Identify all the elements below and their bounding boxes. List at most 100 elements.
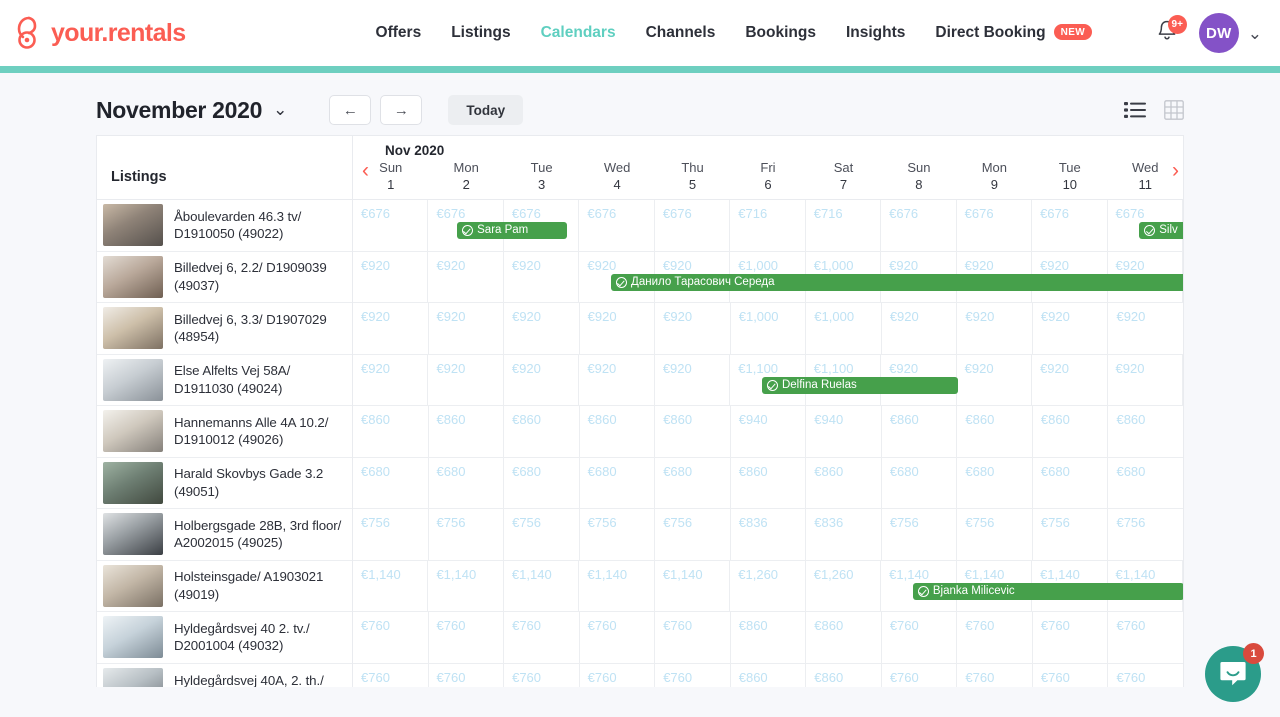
intercom-launcher[interactable]: 1 — [1205, 643, 1264, 702]
price-cell[interactable]: €760 — [1108, 664, 1183, 688]
price-cell[interactable]: €676 — [957, 200, 1033, 251]
price-cell[interactable]: €860 — [504, 406, 580, 457]
price-cell[interactable]: €1,140 — [353, 560, 429, 611]
price-cell[interactable]: €1,140 — [504, 560, 580, 611]
price-cell[interactable]: €680 — [580, 457, 656, 508]
price-cell[interactable]: €680 — [882, 457, 958, 508]
price-cell[interactable]: €756 — [655, 509, 731, 560]
price-cell[interactable]: €680 — [1108, 458, 1183, 509]
price-cell[interactable]: €836 — [806, 509, 882, 560]
price-cell[interactable]: €860 — [806, 457, 882, 508]
price-cell[interactable]: €760 — [504, 663, 580, 687]
price-cell[interactable]: €860 — [957, 406, 1033, 457]
price-cell[interactable]: €860 — [1033, 406, 1109, 457]
price-cell[interactable]: €920 — [429, 303, 505, 354]
list-view-icon[interactable] — [1124, 101, 1146, 119]
price-cell[interactable]: €860 — [731, 663, 807, 687]
price-cell[interactable]: €676 — [353, 200, 429, 251]
listing-row[interactable]: Hannemanns Alle 4A 10.2/ D1910012 (49026… — [97, 406, 352, 458]
price-cell[interactable]: €756 — [1108, 509, 1183, 560]
nav-item-bookings[interactable]: Bookings — [745, 24, 816, 42]
booking-bar[interactable]: Данило Тарасович Середа — [611, 273, 1183, 291]
price-cell[interactable]: €920 — [504, 303, 580, 354]
booking-bar[interactable]: Sara Pam — [457, 222, 567, 239]
price-cell[interactable]: €760 — [580, 663, 656, 687]
price-cell[interactable]: €676 — [1032, 200, 1108, 251]
price-cell[interactable]: €756 — [882, 509, 958, 560]
booking-bar[interactable]: Delfina Ruelas — [761, 376, 959, 394]
price-cell[interactable]: €1,260 — [806, 560, 882, 611]
price-cell[interactable]: €860 — [655, 406, 731, 457]
price-cell[interactable]: €760 — [655, 663, 731, 687]
price-cell[interactable]: €760 — [882, 663, 958, 687]
price-cell[interactable]: €920 — [504, 251, 580, 302]
booking-bar[interactable]: Silv — [1139, 222, 1183, 239]
nav-item-listings[interactable]: Listings — [451, 24, 510, 42]
price-cell[interactable]: €760 — [353, 612, 429, 663]
nav-item-calendars[interactable]: Calendars — [541, 24, 616, 42]
price-cell[interactable]: €756 — [957, 509, 1033, 560]
price-cell[interactable]: €920 — [1108, 354, 1183, 405]
price-cell[interactable]: €920 — [504, 354, 580, 405]
price-cell[interactable]: €756 — [429, 509, 505, 560]
brand-logo[interactable]: your.rentals — [14, 16, 186, 50]
price-cell[interactable]: €716 — [806, 200, 882, 251]
user-menu[interactable]: DW ⌄ — [1198, 13, 1262, 53]
price-cell[interactable]: €920 — [1032, 354, 1108, 405]
nav-item-direct-booking[interactable]: Direct Booking NEW — [935, 24, 1093, 42]
listing-row[interactable]: Holbergsgade 28B, 3rd floor/ A2002015 (4… — [97, 509, 352, 561]
price-cell[interactable]: €1,140 — [579, 560, 655, 611]
price-cell[interactable]: €760 — [1108, 612, 1183, 663]
price-cell[interactable]: €940 — [806, 406, 882, 457]
listing-row[interactable]: Harald Skovbys Gade 3.2 (49051) — [97, 458, 352, 509]
price-cell[interactable]: €920 — [580, 303, 656, 354]
price-cell[interactable]: €860 — [1108, 406, 1183, 457]
listing-row[interactable]: Holsteinsgade/ A1903021 (49019) — [97, 561, 352, 612]
price-cell[interactable]: €920 — [428, 354, 504, 405]
price-cell[interactable]: €760 — [1033, 663, 1109, 687]
price-cell[interactable]: €1,260 — [730, 560, 806, 611]
price-cell[interactable]: €860 — [806, 663, 882, 687]
price-cell[interactable]: €760 — [1033, 612, 1109, 663]
price-cell[interactable]: €1,140 — [428, 560, 504, 611]
listing-row[interactable]: Åboulevarden 46.3 tv/ D1910050 (49022) — [97, 200, 352, 252]
grid-view-icon[interactable] — [1164, 100, 1184, 120]
price-cell[interactable]: €920 — [1108, 303, 1183, 354]
price-cell[interactable]: €680 — [504, 457, 580, 508]
price-cell[interactable]: €680 — [429, 457, 505, 508]
nav-item-channels[interactable]: Channels — [646, 24, 716, 42]
nav-item-insights[interactable]: Insights — [846, 24, 905, 42]
price-cell[interactable]: €920 — [957, 354, 1033, 405]
price-cell[interactable]: €920 — [579, 354, 655, 405]
listing-row[interactable]: Else Alfelts Vej 58A/ D1911030 (49024) — [97, 355, 352, 406]
price-cell[interactable]: €920 — [353, 354, 429, 405]
price-cell[interactable]: €756 — [580, 509, 656, 560]
price-cell[interactable]: €760 — [882, 612, 958, 663]
price-cell[interactable]: €920 — [428, 251, 504, 302]
nav-item-offers[interactable]: Offers — [376, 24, 422, 42]
price-cell[interactable]: €920 — [1033, 303, 1109, 354]
notifications-button[interactable]: 9+ — [1155, 15, 1187, 48]
price-cell[interactable]: €756 — [504, 509, 580, 560]
prev-month-button[interactable]: ← — [329, 95, 372, 125]
price-cell[interactable]: €680 — [957, 457, 1033, 508]
price-cell[interactable]: €1,000 — [731, 303, 807, 354]
booking-bar[interactable]: Bjanka Milicevic — [912, 582, 1183, 600]
price-cell[interactable]: €756 — [1033, 509, 1109, 560]
price-cell[interactable]: €760 — [429, 663, 505, 687]
listing-row[interactable]: Billedvej 6, 3.3/ D1907029 (48954) — [97, 303, 352, 355]
price-cell[interactable]: €676 — [881, 200, 957, 251]
price-cell[interactable]: €920 — [957, 303, 1033, 354]
price-cell[interactable]: €920 — [353, 303, 429, 354]
price-cell[interactable]: €920 — [882, 303, 958, 354]
price-cell[interactable]: €836 — [731, 509, 807, 560]
price-cell[interactable]: €756 — [353, 509, 429, 560]
price-cell[interactable]: €860 — [731, 612, 807, 663]
price-cell[interactable]: €680 — [1033, 457, 1109, 508]
price-cell[interactable]: €860 — [580, 406, 656, 457]
listing-row[interactable]: Hyldegårdsvej 40 2. tv./ D2001004 (49032… — [97, 612, 352, 664]
price-cell[interactable]: €760 — [353, 663, 429, 687]
price-cell[interactable]: €760 — [655, 612, 731, 663]
price-cell[interactable]: €716 — [730, 200, 806, 251]
price-cell[interactable]: €1,140 — [655, 560, 731, 611]
